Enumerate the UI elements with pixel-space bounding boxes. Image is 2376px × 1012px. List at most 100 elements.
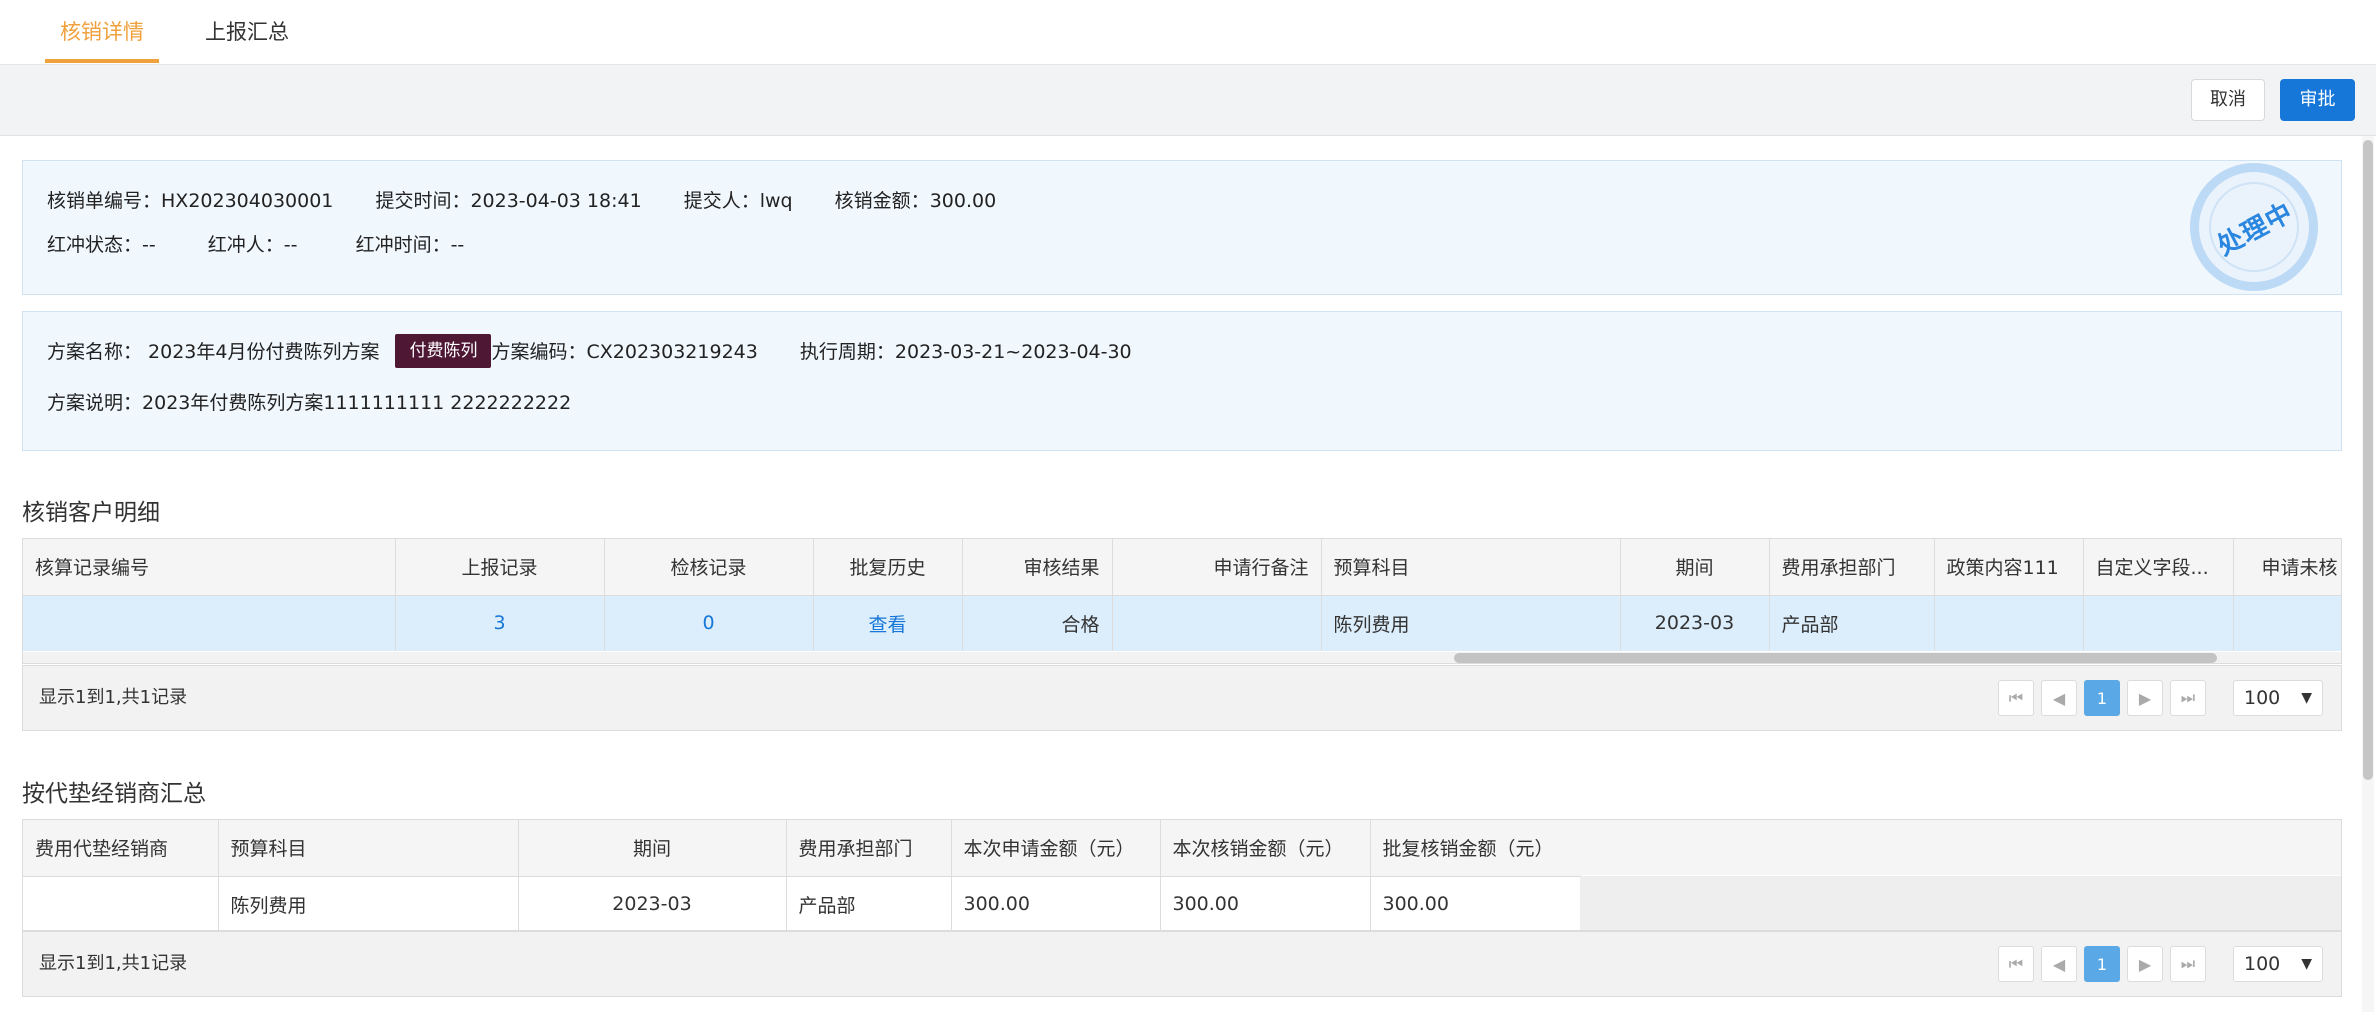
tab-verification-detail[interactable]: 核销详情 (60, 0, 144, 64)
plan-desc: 2023年付费陈列方案1111111111 2222222222 (142, 392, 572, 414)
last-page-icon[interactable]: ⏭ (2170, 946, 2206, 982)
plan-desc-line: 方案说明：2023年付费陈列方案1111111111 2222222222 (47, 388, 571, 415)
plan-name-label: 方案名称： (47, 341, 143, 363)
order-info-line: 核销单编号：HX202304030001 提交时间：2023-04-03 18:… (47, 186, 996, 213)
report-record-link[interactable]: 3 (395, 595, 605, 651)
cancel-button[interactable]: 取消 (2191, 79, 2265, 121)
first-page-icon[interactable]: ⏮ (1998, 946, 2034, 982)
red-person-label: 红冲人： (207, 234, 284, 256)
column-header[interactable]: 检核记录 (604, 539, 814, 596)
column-header[interactable]: 批复核销金额（元） (1370, 820, 1581, 877)
order-summary-panel: 核销单编号：HX202304030001 提交时间：2023-04-03 18:… (22, 160, 2342, 295)
page-size-value: 100 (2244, 953, 2281, 975)
chevron-down-icon: ▼ (2301, 956, 2312, 972)
dept-cell: 产品部 (1769, 595, 1935, 651)
policy-cell (1934, 595, 2084, 651)
unverified-cell (2233, 595, 2341, 651)
dealer-summary-pagination: 显示1到1,共1记录 ⏮ ◀ 1 ▶ ⏭ 100 ▼ (22, 931, 2342, 997)
next-page-icon[interactable]: ▶ (2127, 946, 2163, 982)
column-header[interactable]: 费用承担部门 (1769, 539, 1935, 596)
amount-label: 核销金额： (834, 190, 930, 212)
custom-field-cell (2083, 595, 2234, 651)
vertical-scrollbar-thumb[interactable] (2363, 140, 2373, 780)
column-header[interactable]: 政策内容111 (1934, 539, 2084, 596)
column-header[interactable]: 审核结果 (962, 539, 1113, 596)
pagination-summary: 显示1到1,共1记录 (39, 953, 188, 974)
column-header[interactable]: 费用承担部门 (786, 820, 952, 877)
action-toolbar: 取消 审批 (0, 65, 2376, 136)
table-header-row: 核算记录编号 上报记录 检核记录 批复历史 审核结果 申请行备注 预算科目 期间… (23, 539, 2341, 596)
prev-page-icon[interactable]: ◀ (2041, 680, 2077, 716)
dept-cell: 产品部 (786, 876, 952, 930)
red-status: -- (142, 234, 156, 256)
red-offset-line: 红冲状态：-- 红冲人：-- 红冲时间：-- (47, 230, 464, 257)
column-header[interactable]: 本次核销金额（元） (1160, 820, 1371, 877)
approve-button[interactable]: 审批 (2280, 79, 2355, 121)
tab-bar: 核销详情 上报汇总 (0, 0, 2376, 65)
apply-amount-cell: 300.00 (951, 876, 1161, 930)
column-header[interactable]: 预算科目 (1321, 539, 1621, 596)
column-header[interactable]: 申请行备注 (1112, 539, 1322, 596)
order-no: HX202304030001 (161, 190, 334, 212)
tab-report-summary[interactable]: 上报汇总 (205, 0, 289, 64)
customer-detail-table: 核算记录编号 上报记录 检核记录 批复历史 审核结果 申请行备注 预算科目 期间… (22, 538, 2342, 664)
table-row[interactable]: 3 0 查看 合格 陈列费用 2023-03 产品部 (23, 595, 2341, 651)
table-header-row: 费用代垫经销商 预算科目 期间 费用承担部门 本次申请金额（元） 本次核销金额（… (23, 820, 1581, 877)
status-stamp: 处理中 (2190, 163, 2318, 291)
column-header[interactable]: 本次申请金额（元） (951, 820, 1161, 877)
amount: 300.00 (929, 190, 997, 212)
red-status-label: 红冲状态： (47, 234, 143, 256)
red-person: -- (283, 234, 298, 256)
column-header[interactable]: 批复历史 (813, 539, 963, 596)
page-size-value: 100 (2244, 687, 2281, 709)
plan-desc-label: 方案说明： (47, 392, 143, 414)
page-number-button[interactable]: 1 (2084, 946, 2120, 982)
order-no-label: 核销单编号： (47, 190, 162, 212)
customer-detail-pagination: 显示1到1,共1记录 ⏮ ◀ 1 ▶ ⏭ 100 ▼ (22, 665, 2342, 731)
last-page-icon[interactable]: ⏭ (2170, 680, 2206, 716)
red-time-label: 红冲时间： (355, 234, 451, 256)
approval-history-link[interactable]: 查看 (813, 595, 963, 651)
period-cell: 2023-03 (518, 876, 787, 930)
horizontal-scrollbar-thumb[interactable] (1454, 653, 2217, 663)
plan-period-label: 执行周期： (799, 341, 895, 363)
plan-code-label: 方案编码： (491, 341, 587, 363)
remark-cell (1112, 595, 1322, 651)
check-record-link[interactable]: 0 (604, 595, 814, 651)
plan-period: 2023-03-21~2023-04-30 (894, 341, 1132, 363)
column-header[interactable]: 预算科目 (218, 820, 519, 877)
page-number-button[interactable]: 1 (2084, 680, 2120, 716)
page-size-select[interactable]: 100 ▼ (2233, 680, 2323, 716)
dealer-cell (23, 876, 219, 930)
plan-code: CX202303219243 (586, 341, 758, 363)
chevron-down-icon: ▼ (2301, 690, 2312, 706)
plan-info-panel: 方案名称： 2023年4月份付费陈列方案 付费陈列 方案编码：CX2023032192… (22, 311, 2342, 451)
red-time: -- (450, 234, 465, 256)
first-page-icon[interactable]: ⏮ (1998, 680, 2034, 716)
budget-cell: 陈列费用 (1321, 595, 1621, 651)
column-header[interactable]: 自定义字段... (2083, 539, 2234, 596)
approved-amount-cell: 300.00 (1370, 876, 1581, 930)
prev-page-icon[interactable]: ◀ (2041, 946, 2077, 982)
next-page-icon[interactable]: ▶ (2127, 680, 2163, 716)
table-row[interactable]: 陈列费用 2023-03 产品部 300.00 300.00 300.00 (23, 876, 1581, 930)
period-cell: 2023-03 (1620, 595, 1770, 651)
column-header[interactable]: 期间 (1620, 539, 1770, 596)
column-header[interactable]: 申请未核 (2233, 539, 2341, 596)
budget-cell: 陈列费用 (218, 876, 519, 930)
plan-type-tag: 付费陈列 (395, 333, 492, 368)
dealer-summary-table: 费用代垫经销商 预算科目 期间 费用承担部门 本次申请金额（元） 本次核销金额（… (22, 819, 2342, 931)
customer-detail-title: 核销客户明细 (22, 500, 160, 526)
audit-result-cell: 合格 (962, 595, 1113, 651)
submit-time-label: 提交时间： (375, 190, 471, 212)
column-header[interactable]: 核算记录编号 (23, 539, 396, 596)
submitter: lwq (759, 190, 793, 212)
submitter-label: 提交人： (683, 190, 760, 212)
horizontal-scrollbar[interactable] (23, 652, 2341, 663)
record-no-cell (23, 595, 396, 651)
column-header[interactable]: 期间 (518, 820, 787, 877)
page-size-select[interactable]: 100 ▼ (2233, 946, 2323, 982)
column-header[interactable]: 费用代垫经销商 (23, 820, 219, 877)
column-header[interactable]: 上报记录 (395, 539, 605, 596)
active-tab-indicator (45, 59, 159, 63)
